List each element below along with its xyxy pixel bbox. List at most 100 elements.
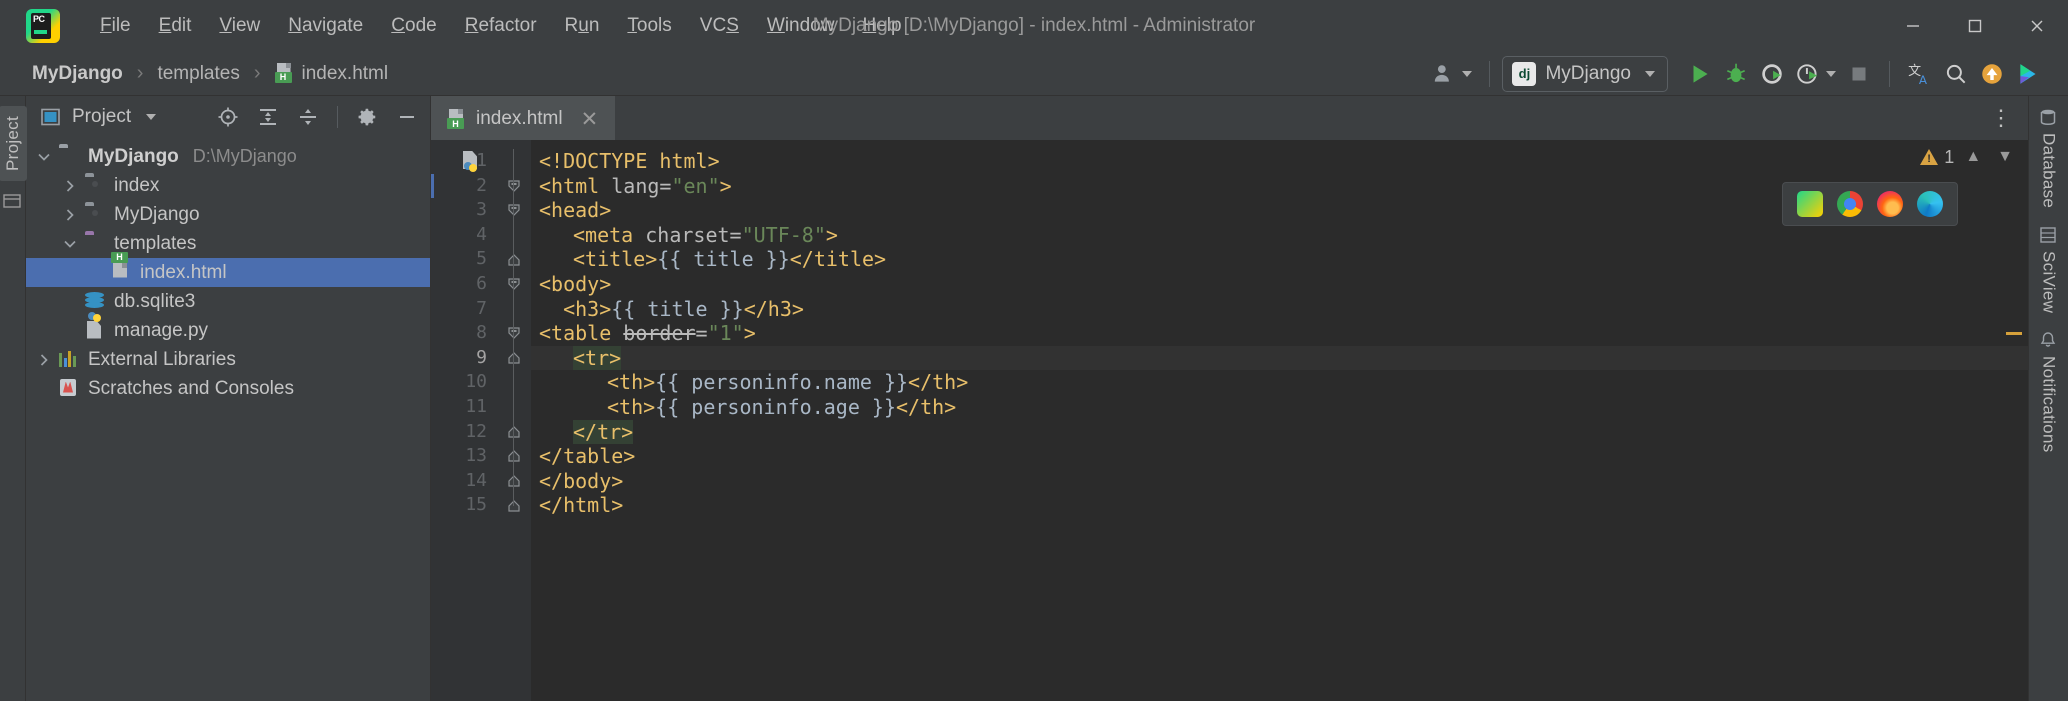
- breadcrumb-item-templates[interactable]: templates: [151, 60, 245, 88]
- code-folding-gutter[interactable]: [497, 140, 531, 701]
- warning-count: 1: [1944, 146, 1955, 167]
- menu-item-file[interactable]: File: [86, 10, 145, 42]
- chevron-down-icon: [1462, 70, 1473, 77]
- sidebar-item-project[interactable]: Project: [0, 106, 27, 182]
- tree-node[interactable]: External Libraries: [26, 345, 430, 374]
- translate-icon[interactable]: 文 A: [1902, 56, 1938, 92]
- menu-item-run[interactable]: Run: [551, 10, 614, 42]
- fold-marker-empty: [497, 395, 531, 420]
- code-token: >: [719, 173, 732, 198]
- tree-node-selected[interactable]: Hindex.html: [26, 251, 430, 287]
- fold-marker-close[interactable]: [497, 469, 531, 494]
- chevron-down-icon[interactable]: ▼: [1992, 146, 2018, 168]
- fold-marker-empty: [497, 370, 531, 395]
- close-icon[interactable]: ✕: [578, 107, 602, 132]
- code-line[interactable]: <title>{{ title }}</title>: [531, 247, 2028, 272]
- expand-all-icon[interactable]: [253, 102, 283, 132]
- menu-item-refactor[interactable]: Refactor: [451, 10, 551, 42]
- edge-icon[interactable]: [1917, 191, 1943, 217]
- chrome-icon[interactable]: [1837, 191, 1863, 217]
- menu-item-window[interactable]: Window: [753, 10, 849, 42]
- code-line[interactable]: <th>{{ personinfo.name }}</th>: [531, 370, 2028, 395]
- tree-arrow-right-icon[interactable]: [62, 178, 78, 194]
- run-with-coverage-button[interactable]: [1754, 56, 1790, 92]
- fold-marker-close[interactable]: [497, 247, 531, 272]
- run-configuration-selector[interactable]: dj MyDjango: [1502, 55, 1668, 92]
- code-line[interactable]: <h3>{{ title }}</h3>: [531, 297, 2028, 322]
- sidebar-item-sciview[interactable]: SciView: [2039, 226, 2059, 313]
- editor-tab-index-html[interactable]: H index.html ✕: [431, 96, 616, 140]
- menu-item-vcs[interactable]: VCS: [686, 10, 753, 42]
- tree-arrow-right-icon[interactable]: [62, 207, 78, 223]
- code-line[interactable]: </html>: [531, 493, 2028, 518]
- chevron-up-icon[interactable]: ▲: [1960, 146, 1986, 168]
- code-line[interactable]: </body>: [531, 469, 2028, 494]
- code-line[interactable]: </table>: [531, 444, 2028, 469]
- search-icon[interactable]: [1938, 56, 1974, 92]
- code-line[interactable]: <table border="1">: [531, 321, 2028, 346]
- select-opened-file-icon[interactable]: [213, 102, 243, 132]
- code-line[interactable]: <!DOCTYPE html>: [531, 149, 2028, 174]
- fold-marker-close[interactable]: [497, 444, 531, 469]
- tree-node[interactable]: db.sqlite3: [26, 287, 430, 316]
- code-line[interactable]: <body>: [531, 272, 2028, 297]
- line-number: 12: [465, 420, 487, 442]
- tree-arrow-down-icon[interactable]: [36, 149, 52, 165]
- python-file-icon[interactable]: [461, 151, 481, 177]
- sidebar-item-label: SciView: [2039, 251, 2059, 314]
- menu-item-edit[interactable]: Edit: [145, 10, 206, 42]
- menu-item-view[interactable]: View: [205, 10, 274, 42]
- ide-feature-icon[interactable]: [2010, 56, 2046, 92]
- collapse-all-icon[interactable]: [293, 102, 323, 132]
- tree-node[interactable]: MyDjango: [26, 200, 430, 229]
- chevron-down-icon[interactable]: [146, 114, 157, 120]
- maximize-button[interactable]: [1944, 0, 2006, 52]
- tree-arrow-down-icon[interactable]: [62, 236, 78, 252]
- user-account-icon[interactable]: [1426, 56, 1477, 92]
- debug-button[interactable]: [1718, 56, 1754, 92]
- update-project-icon[interactable]: [1974, 56, 2010, 92]
- tree-node[interactable]: manage.py: [26, 311, 430, 345]
- fold-marker-close[interactable]: [497, 493, 531, 518]
- tree-node[interactable]: index: [26, 171, 430, 200]
- code-editor[interactable]: 1 2 3 4 5 6 7 8 9 10 11 12 13 14 15 <!DOCTYPE html> <ht…: [431, 140, 2028, 701]
- firefox-icon[interactable]: [1877, 191, 1903, 217]
- tree-node[interactable]: templates: [26, 229, 430, 258]
- profile-button[interactable]: [1790, 56, 1841, 92]
- tree-node[interactable]: MyDjango D:\MyDjango: [26, 142, 430, 171]
- sidebar-item-notifications[interactable]: Notifications: [2039, 331, 2059, 453]
- code-line[interactable]: </tr>: [531, 419, 2028, 445]
- menu-item-code[interactable]: Code: [377, 10, 450, 42]
- fold-marker-open[interactable]: [497, 174, 531, 199]
- tree-node[interactable]: Scratches and Consoles: [26, 374, 430, 403]
- sidebar-item-database[interactable]: Database: [2039, 108, 2059, 208]
- code-line[interactable]: <th>{{ personinfo.age }}</th>: [531, 395, 2028, 420]
- gear-icon[interactable]: [352, 102, 382, 132]
- fold-marker-open[interactable]: [497, 321, 531, 346]
- scrollbar-marker[interactable]: [2006, 332, 2022, 335]
- fold-marker-open[interactable]: [497, 198, 531, 223]
- minimize-button[interactable]: [1882, 0, 1944, 52]
- tree-arrow-right-icon[interactable]: [36, 352, 52, 368]
- more-options-icon[interactable]: ⋮: [1990, 107, 2014, 129]
- menu-item-help[interactable]: Help: [848, 10, 915, 42]
- fold-marker-open[interactable]: [497, 272, 531, 297]
- open-in-browser-popup[interactable]: [1782, 182, 1958, 226]
- breadcrumb-item-index-html[interactable]: Hindex.html: [269, 60, 395, 88]
- fold-marker-close[interactable]: [497, 346, 531, 371]
- intellij-browser-icon[interactable]: [1797, 191, 1823, 217]
- breadcrumb-item-mydjango[interactable]: MyDjango: [26, 60, 129, 88]
- close-button[interactable]: [2006, 0, 2068, 52]
- structure-icon[interactable]: [2, 193, 23, 211]
- inspection-status[interactable]: 1 ▲ ▼: [1920, 146, 2018, 168]
- minimize-panel-icon[interactable]: [392, 102, 422, 132]
- menu-item-tools[interactable]: Tools: [613, 10, 685, 42]
- stop-button[interactable]: [1841, 56, 1877, 92]
- main-area: Project Project MyDjango D:\MyDjango ind…: [0, 96, 2068, 701]
- code-line[interactable]: <meta charset="UTF-8">: [531, 223, 2028, 248]
- code-line[interactable]: <tr>: [531, 345, 2028, 371]
- run-button[interactable]: [1682, 56, 1718, 92]
- tree-node-label: manage.py: [114, 319, 209, 341]
- menu-item-navigate[interactable]: Navigate: [274, 10, 377, 42]
- fold-marker-close[interactable]: [497, 420, 531, 445]
